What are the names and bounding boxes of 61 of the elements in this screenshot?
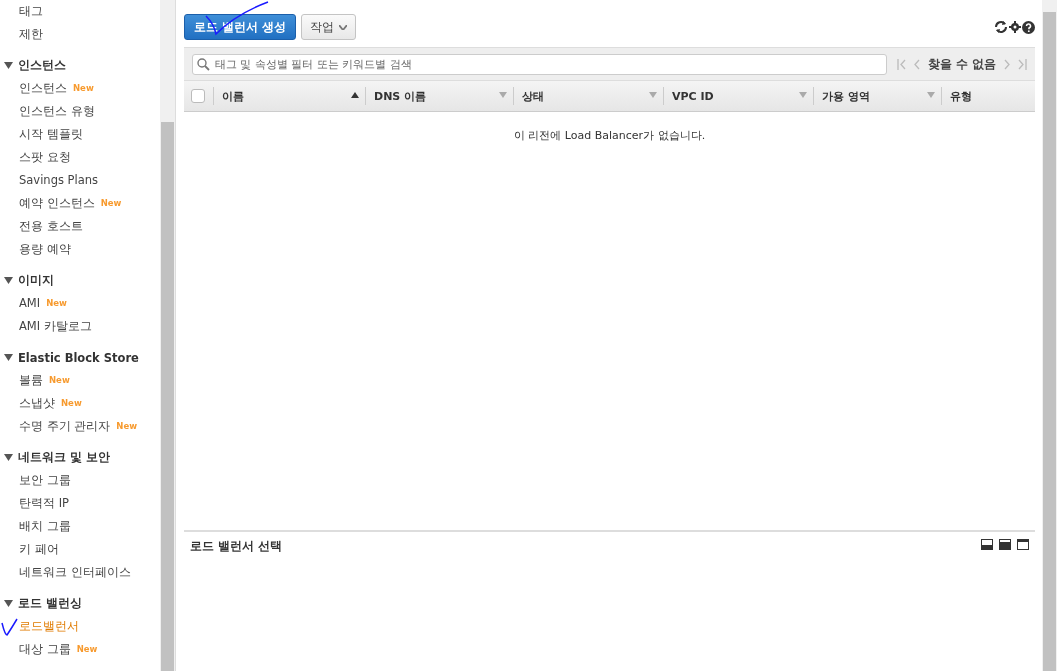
caret-icon <box>339 24 348 30</box>
section-heading[interactable]: 로드 밸런싱 <box>18 596 82 611</box>
column-header[interactable]: 유형 <box>950 88 1027 104</box>
new-label: New <box>100 197 122 210</box>
caret-icon[interactable] <box>4 600 13 607</box>
select-all-checkbox[interactable] <box>191 89 205 103</box>
sidebar-item[interactable]: 스냅샷 New <box>19 392 160 415</box>
layout-icon[interactable] <box>981 539 993 550</box>
column-header[interactable]: DNS 이름 <box>374 88 499 104</box>
pagination-status: 찾을 수 없음 <box>927 55 996 73</box>
column-header[interactable]: 가용 영역 <box>822 88 927 104</box>
new-label: New <box>73 82 94 95</box>
scrollbar[interactable] <box>1042 0 1057 671</box>
sidebar-item[interactable]: 키 페어 <box>19 538 160 561</box>
section-heading[interactable]: 인스턴스 <box>18 58 66 73</box>
column-header[interactable]: 상태 <box>522 88 649 104</box>
pen-mark <box>2 619 18 637</box>
column-header[interactable]: 이름 <box>222 88 351 104</box>
section-heading[interactable]: 이미지 <box>18 273 54 288</box>
section-heading[interactable]: Elastic Block Store <box>18 350 139 365</box>
sidebar-item[interactable]: 탄력적 IP <box>19 492 160 515</box>
caret-icon[interactable] <box>4 454 13 461</box>
scrollbar[interactable] <box>160 0 175 671</box>
pane-title: 로드 밸런서 선택 <box>190 539 282 554</box>
help-icon[interactable] <box>1022 20 1035 34</box>
layout-icon[interactable] <box>999 539 1011 550</box>
new-label: New <box>61 397 82 410</box>
column-header[interactable]: VPC ID <box>672 89 799 103</box>
caret-icon[interactable] <box>4 354 13 361</box>
new-label: New <box>46 297 67 310</box>
search-field[interactable]: 태그 및 속성별 필터 또는 키워드별 검색 <box>192 53 887 75</box>
actions-dropdown[interactable]: 작업 <box>301 14 357 40</box>
sidebar-item[interactable]: 보안 그룹 <box>19 469 160 492</box>
section-heading[interactable]: 네트워크 및 보안 <box>18 450 110 465</box>
sidebar-item[interactable]: 예약 인스턴스 New <box>19 192 160 215</box>
new-label: New <box>116 420 138 433</box>
sidebar-item[interactable]: 인스턴스 New <box>19 77 160 100</box>
empty-message: 이 리전에 Load Balancer가 없습니다. <box>513 129 706 142</box>
refresh-icon[interactable] <box>994 20 1008 34</box>
sort-up-icon[interactable] <box>351 92 359 98</box>
sidebar-item[interactable]: 태그 <box>19 0 160 23</box>
sidebar-item[interactable]: Savings Plans <box>19 169 160 192</box>
sidebar-item[interactable]: 시작 템플릿 <box>19 123 160 146</box>
sidebar-item[interactable]: 네트워크 인터페이스 <box>19 561 160 584</box>
sidebar-item[interactable]: 용량 예약 <box>19 238 160 261</box>
caret-icon[interactable] <box>4 62 13 69</box>
layout-icon[interactable] <box>1017 539 1029 550</box>
create-button[interactable]: 로드 밸런서 생성 <box>184 14 297 40</box>
sidebar-item[interactable]: 볼륨 New <box>19 369 160 392</box>
sidebar-item[interactable]: 인스턴스 유형 <box>19 100 160 123</box>
sidebar-item[interactable]: 제한 <box>19 23 160 46</box>
sidebar-item[interactable]: 스팟 요청 <box>19 146 160 169</box>
sidebar-item[interactable]: 배치 그룹 <box>19 515 160 538</box>
sidebar-item[interactable]: 대상 그룹 New <box>19 638 160 661</box>
sidebar-item[interactable]: 수명 주기 관리자 New <box>19 415 160 438</box>
sidebar-item[interactable]: AMI 카탈로그 <box>19 315 160 338</box>
new-label: New <box>49 374 70 387</box>
new-label: New <box>76 643 98 656</box>
sidebar-item[interactable]: AMI New <box>19 292 160 315</box>
caret-icon[interactable] <box>4 277 13 284</box>
sidebar-item[interactable]: 전용 호스트 <box>19 215 160 238</box>
